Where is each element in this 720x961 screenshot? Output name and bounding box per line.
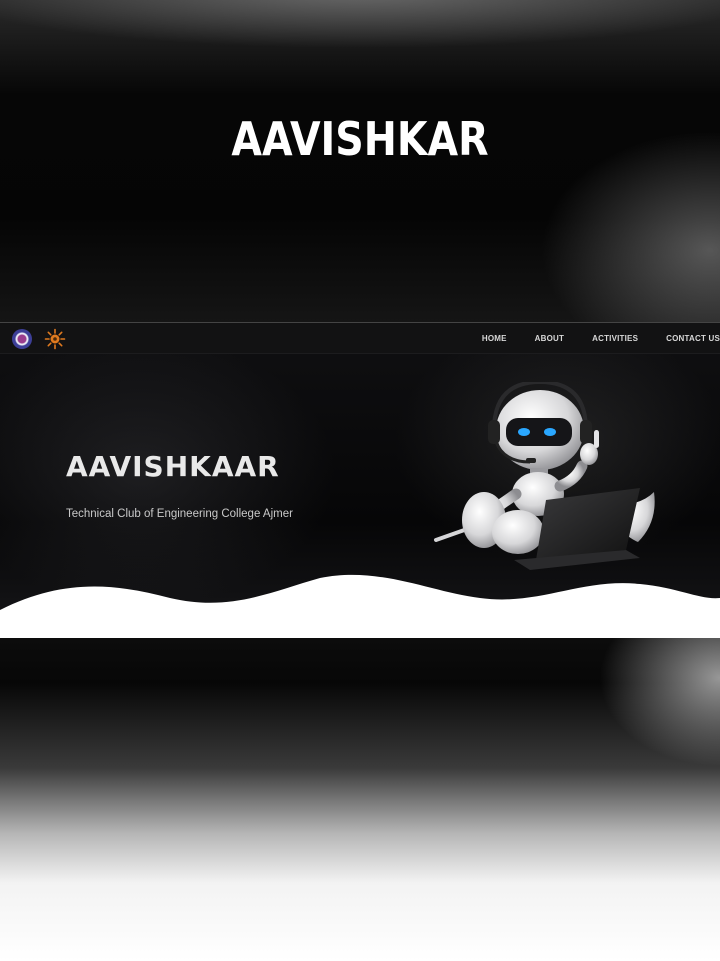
website-screenshot: HOME ABOUT ACTIVITIES CONTACT US AAVISHK…	[0, 322, 720, 638]
hero-subtitle: Technical Club of Engineering College Aj…	[66, 508, 293, 520]
nav-activities[interactable]: ACTIVITIES	[592, 334, 638, 343]
navbar: HOME ABOUT ACTIVITIES CONTACT US	[0, 322, 720, 354]
robot-laptop-illustration	[434, 382, 655, 570]
nav-home[interactable]: HOME	[482, 334, 507, 343]
hero-title: AAVISHKAAR	[66, 450, 280, 483]
nav-links: HOME ABOUT ACTIVITIES CONTACT US	[482, 323, 720, 353]
poster-title: AAVISHKAR	[231, 112, 489, 166]
poster-bottom	[0, 638, 720, 961]
wave-divider	[0, 574, 720, 638]
nav-contact-us[interactable]: CONTACT US	[666, 334, 720, 343]
college-emblem-icon[interactable]	[12, 329, 32, 349]
sun-gear-logo-icon[interactable]	[44, 328, 66, 350]
nav-about[interactable]: ABOUT	[535, 334, 564, 343]
poster-top: AAVISHKAR	[0, 0, 720, 322]
